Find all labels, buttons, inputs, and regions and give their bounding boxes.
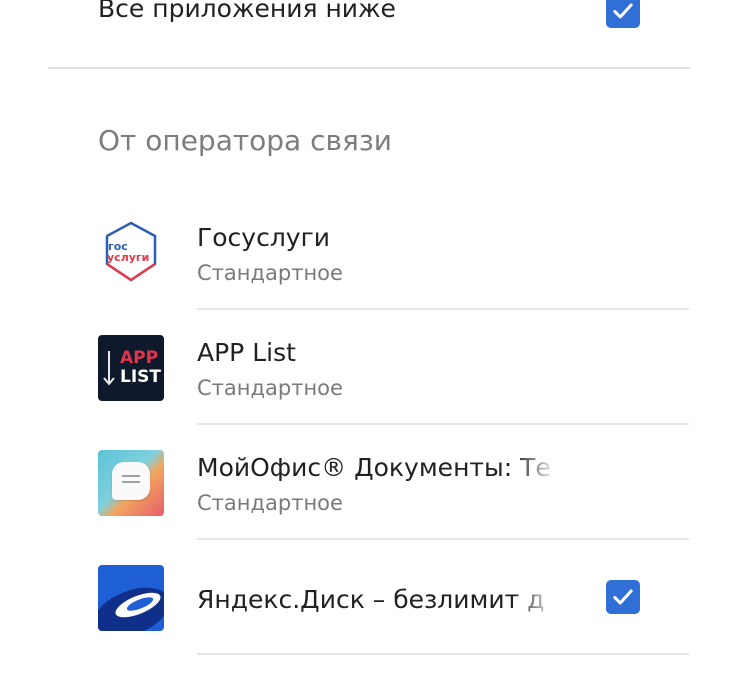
row-divider [197, 653, 689, 655]
checkmark-icon [613, 589, 633, 605]
app-title: Яндекс.Диск – безлимит д [197, 585, 545, 614]
app-title: APP List [197, 338, 296, 367]
app-row-yandex-disk[interactable]: Яндекс.Диск – безлимит д [0, 540, 738, 655]
app-title: МойОфис® Документы: Те [197, 453, 551, 482]
app-subtitle: Стандартное [197, 491, 343, 515]
app-list-icon: APP LIST [98, 335, 164, 401]
yandex-disk-checkbox[interactable] [606, 580, 640, 614]
yandex-disk-icon [98, 565, 164, 631]
app-row-myoffice[interactable]: МойОфис® Документы: Те Стандартное [0, 425, 738, 540]
all-apps-label: Все приложения ниже [98, 0, 396, 23]
app-title: Госуслуги [197, 223, 330, 252]
download-arrow-icon [103, 351, 115, 386]
gosuslugi-icon: гос услуги [98, 219, 164, 285]
myoffice-icon [98, 450, 164, 516]
all-apps-checkbox[interactable] [606, 0, 640, 28]
app-row-gosuslugi[interactable]: гос услуги Госуслуги Стандартное [0, 195, 738, 310]
app-subtitle: Стандартное [197, 376, 343, 400]
checkmark-icon [613, 3, 633, 19]
section-title: От оператора связи [98, 124, 392, 157]
section-divider [48, 67, 690, 69]
app-subtitle: Стандартное [197, 261, 343, 285]
app-row-app-list[interactable]: APP LIST APP List Стандартное [0, 310, 738, 425]
